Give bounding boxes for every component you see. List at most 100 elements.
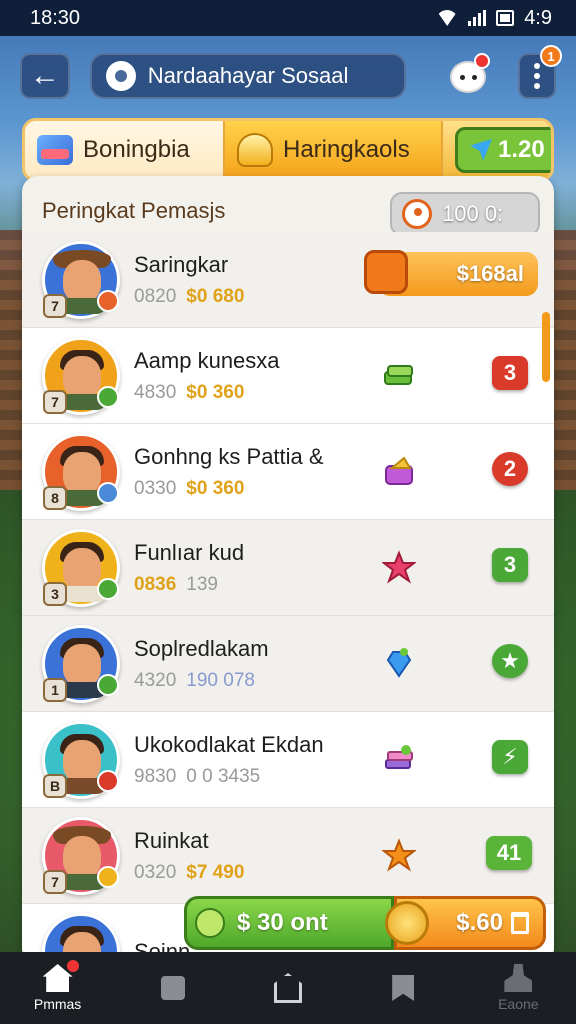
arrow-left-icon: ←	[29, 59, 60, 92]
reward-pill[interactable]: $168al	[364, 250, 538, 296]
status-dot	[97, 769, 119, 792]
table-row[interactable]: 7 Aamp kunesxa 4830 $0 360 3	[22, 328, 554, 424]
page-title: Nardaahayar Sosaal	[147, 63, 349, 88]
gem-counter: 1.20	[455, 127, 551, 173]
tab-boningbia[interactable]: Boningbia	[25, 121, 223, 179]
stat-primary: 9830	[134, 765, 177, 787]
nav-home[interactable]: Pmmas	[13, 958, 103, 1012]
battery-icon	[496, 10, 515, 26]
scrollbar[interactable]	[542, 312, 550, 382]
book-stack-icon	[385, 745, 413, 769]
avatar: 1	[42, 624, 120, 703]
chef-button[interactable]	[446, 53, 490, 99]
table-row[interactable]: B Ukokodlakat Ekdan 9830 0 0 3435 ⚡	[22, 712, 554, 808]
stat-primary: 0320	[134, 861, 177, 883]
player-name: Gonhng ks Pattia &	[134, 443, 324, 469]
player-name: Funlıar kud	[134, 539, 245, 565]
player-stats: 0330 $0 360	[134, 478, 384, 500]
status-dot	[97, 577, 119, 600]
rank-badge: ⚡	[492, 740, 528, 774]
leaderboard-rows: 7 Saringkar 0820 $0 680 $168al 7 Aamp ku…	[22, 232, 554, 964]
stat-secondary: 0 0 3435	[186, 765, 261, 787]
player-stats: 4830 $0 360	[134, 382, 384, 404]
stat-secondary: $0 360	[186, 477, 245, 499]
table-row[interactable]: 7 Saringkar 0820 $0 680 $168al	[22, 232, 554, 328]
nav-flag[interactable]	[358, 975, 448, 1001]
nav-notification-dot	[64, 958, 81, 974]
table-row[interactable]: 1 Soplredlakam 4320 190 078 ★	[22, 616, 554, 712]
player-info: Ruinkat 0320 $7 490	[134, 828, 384, 884]
stat-primary: 0330	[134, 477, 177, 499]
back-button[interactable]: ←	[20, 53, 70, 99]
more-badge: 1	[540, 45, 562, 67]
status-dot	[97, 481, 119, 504]
flag-icon	[392, 975, 415, 1001]
rank-chip: 3	[43, 581, 67, 606]
coin-icon	[385, 901, 429, 945]
player-info: Aamp kunesxa 4830 $0 360	[134, 348, 384, 404]
stat-secondary: $0 680	[186, 285, 245, 307]
signal-icon	[468, 10, 487, 26]
header: ← Nardaahayar Sosaal 1	[20, 45, 562, 104]
nav-label: Eaone	[498, 996, 539, 1012]
player-info: Ukokodlakat Ekdan 9830 0 0 3435	[134, 732, 384, 788]
table-row[interactable]: 3 Funlıar kud 0836 139 3	[22, 520, 554, 616]
table-row[interactable]: 8 Gonhng ks Pattia & 0330 $0 360 2	[22, 424, 554, 520]
player-name: Saringkar	[134, 251, 229, 277]
title-pill[interactable]: Nardaahayar Sosaal	[89, 53, 406, 99]
avatar: B	[42, 720, 120, 799]
leaderboard-title: Peringkat Pemasjs	[42, 198, 226, 223]
status-icons: 4:9	[436, 7, 552, 30]
more-options-button[interactable]: 1	[517, 45, 562, 99]
player-stats: 4320 190 078	[134, 670, 384, 692]
stat-primary: 4830	[134, 381, 177, 403]
orange-action-label: $.60	[456, 909, 503, 936]
gem-count: 1.20	[498, 136, 545, 163]
player-info: Soplredlakam 4320 190 078	[134, 636, 384, 692]
stat-secondary: 139	[186, 573, 218, 595]
status-bar: 18:30 4:9	[0, 0, 576, 36]
notification-dot	[473, 53, 490, 69]
orange-action-button[interactable]: $.60	[385, 896, 546, 950]
rank-badge: 41	[486, 836, 532, 870]
player-name: Soplredlakam	[134, 635, 269, 661]
cheese-box-icon	[385, 456, 413, 485]
table-row[interactable]: 7 Ruinkat 0320 $7 490 41	[22, 808, 554, 904]
stat-secondary: 190 078	[186, 669, 255, 691]
nav-profile[interactable]: Eaone	[473, 964, 563, 1012]
player-stats: 9830 0 0 3435	[134, 766, 384, 788]
chest-icon	[364, 250, 408, 294]
green-action-button[interactable]: $ 30 ont	[184, 896, 394, 950]
orange-star-icon	[382, 838, 416, 872]
avatar: 8	[42, 432, 120, 511]
nav-house[interactable]	[243, 973, 333, 1003]
status-dot	[97, 385, 119, 408]
bottom-nav: Pmmas Eaone	[0, 952, 576, 1024]
rank-badge: 3	[492, 548, 528, 582]
score-box[interactable]: 100 0:	[390, 192, 540, 236]
trophy-icon	[237, 133, 273, 167]
reward-value: $168al	[456, 261, 524, 286]
stat-primary: 4320	[134, 669, 177, 691]
rank-badge: 3	[492, 356, 528, 390]
nav-chat[interactable]	[128, 976, 218, 1000]
house-icon	[273, 973, 302, 1003]
leaderboard-panel: Peringkat Pemasjs 100 0: 7 Saringkar 082…	[22, 176, 554, 964]
player-name: Aamp kunesxa	[134, 347, 280, 373]
rank-badge: 2	[492, 452, 528, 486]
rank-chip: 7	[43, 869, 67, 894]
gem-icon	[470, 139, 492, 161]
avatar: 7	[42, 816, 120, 895]
stat-secondary: $7 490	[186, 861, 245, 883]
player-info: Gonhng ks Pattia & 0330 $0 360	[134, 444, 384, 500]
tab-currency[interactable]: 1.20	[443, 121, 551, 179]
rank-chip: 7	[43, 293, 67, 318]
tab-haringkaols[interactable]: Haringkaols	[223, 121, 443, 179]
player-stats: 0820 $0 680	[134, 286, 384, 308]
rank-chip: 7	[43, 389, 67, 414]
cloud-icon	[105, 61, 136, 91]
rank-chip: B	[43, 773, 67, 798]
player-name: Ukokodlakat Ekdan	[134, 731, 324, 757]
status-battery-text: 4:9	[524, 6, 552, 29]
green-action-label: $ 30 ont	[237, 909, 328, 936]
